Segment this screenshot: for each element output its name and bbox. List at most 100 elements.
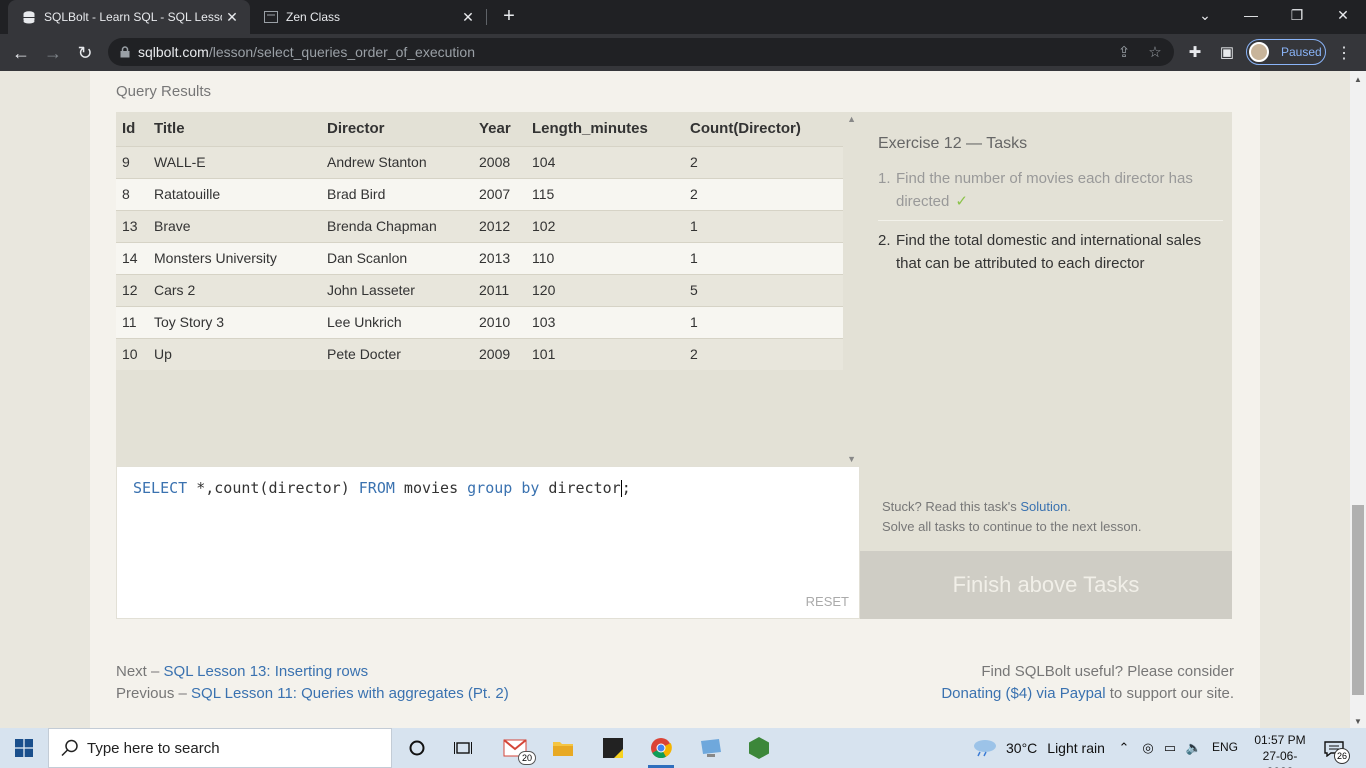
table-row: 12 Cars 2 John Lasseter 2011 120 5 bbox=[116, 273, 843, 306]
clock-time: 01:57 PM bbox=[1254, 733, 1306, 747]
table-cell: Pete Docter bbox=[321, 337, 473, 370]
meet-now-icon[interactable]: ◎ bbox=[1138, 738, 1158, 758]
language-indicator[interactable]: ENG bbox=[1212, 740, 1238, 754]
table-cell: 10 bbox=[116, 337, 148, 370]
nodejs-icon[interactable] bbox=[744, 733, 774, 763]
tab-search-chevron-icon[interactable]: ⌄ bbox=[1182, 0, 1228, 30]
more-menu-icon[interactable]: ⋮ bbox=[1334, 40, 1354, 66]
weather-temperature: 30°C bbox=[1006, 740, 1038, 756]
table-cell: 2012 bbox=[473, 209, 526, 242]
address-bar[interactable]: sqlbolt.com/lesson/select_queries_order_… bbox=[108, 38, 1174, 66]
table-cell: Brave bbox=[148, 209, 321, 242]
mail-badge: 20 bbox=[518, 751, 536, 765]
extensions-puzzle-icon[interactable]: ✚ bbox=[1185, 42, 1205, 62]
table-cell: 2011 bbox=[473, 273, 526, 306]
table-cell: Cars 2 bbox=[148, 273, 321, 306]
close-icon[interactable]: ✕ bbox=[458, 7, 478, 27]
tab-sqlbolt[interactable]: SQLBolt - Learn SQL - SQL Lesson 12: Ord… bbox=[8, 0, 250, 34]
window-close-icon[interactable]: ✕ bbox=[1320, 0, 1366, 30]
scroll-down-arrow-icon[interactable]: ▼ bbox=[847, 454, 856, 464]
search-icon bbox=[61, 739, 79, 757]
sql-text: *,count(director) bbox=[187, 479, 359, 497]
next-lesson-link[interactable]: SQL Lesson 13: Inserting rows bbox=[164, 663, 369, 680]
reset-button[interactable]: RESET bbox=[806, 594, 849, 609]
sticky-notes-icon[interactable] bbox=[598, 733, 628, 763]
query-results-label: Query Results bbox=[116, 83, 212, 100]
cortana-icon[interactable] bbox=[402, 733, 432, 763]
scroll-up-arrow-icon[interactable]: ▲ bbox=[847, 114, 856, 124]
reload-icon[interactable]: ↻ bbox=[72, 40, 98, 66]
search-placeholder: Type here to search bbox=[87, 739, 220, 757]
back-arrow-icon[interactable]: ← bbox=[8, 40, 34, 66]
solution-link[interactable]: Solution bbox=[1020, 499, 1067, 514]
table-cell: Brenda Chapman bbox=[321, 209, 473, 242]
notification-center-icon[interactable]: 26 bbox=[1322, 738, 1350, 764]
table-cell: 11 bbox=[116, 305, 148, 338]
table-cell: 2007 bbox=[473, 177, 526, 210]
rain-cloud-icon bbox=[972, 737, 998, 760]
side-panel-icon[interactable]: ▣ bbox=[1217, 42, 1237, 62]
forward-arrow-icon[interactable]: → bbox=[40, 40, 66, 66]
tab-zen-class[interactable]: Zen Class ✕ bbox=[250, 0, 486, 34]
previous-prefix: Previous – bbox=[116, 685, 192, 702]
query-results-panel[interactable]: Id Title Director Year Length_minutes Co… bbox=[116, 112, 860, 466]
sql-keyword: SELECT bbox=[133, 479, 188, 497]
finish-tasks-button[interactable]: Finish above Tasks bbox=[860, 551, 1232, 619]
weather-description: Light rain bbox=[1047, 740, 1105, 756]
share-icon[interactable]: ⇪ bbox=[1114, 42, 1134, 62]
profile-paused-button[interactable]: Paused bbox=[1246, 39, 1326, 65]
browser-tab-bar: SQLBolt - Learn SQL - SQL Lesson 12: Ord… bbox=[0, 0, 1366, 34]
column-header: Title bbox=[154, 120, 185, 138]
table-cell: Lee Unkrich bbox=[321, 305, 473, 338]
next-prefix: Next – bbox=[116, 663, 164, 680]
table-cell: John Lasseter bbox=[321, 273, 473, 306]
table-cell: 110 bbox=[526, 241, 684, 274]
windows-start-icon[interactable] bbox=[0, 728, 48, 768]
table-cell: 104 bbox=[526, 145, 684, 178]
page-scrollbar[interactable]: ▲ ▼ bbox=[1350, 71, 1366, 728]
chrome-icon[interactable] bbox=[646, 733, 676, 768]
table-cell: Andrew Stanton bbox=[321, 145, 473, 178]
gmail-app-icon[interactable]: 20 bbox=[500, 733, 536, 765]
task-number: 2. bbox=[878, 232, 891, 249]
chevron-up-icon[interactable]: ⌃ bbox=[1114, 738, 1134, 758]
file-explorer-icon[interactable] bbox=[548, 733, 578, 763]
tab-title: Zen Class bbox=[286, 10, 341, 24]
lock-icon[interactable] bbox=[120, 46, 130, 58]
sql-editor[interactable]: SELECT *,count(director) FROM movies gro… bbox=[116, 466, 860, 619]
stuck-hint: Stuck? Read this task's Solution. Solve … bbox=[882, 497, 1141, 537]
taskbar-search-input[interactable]: Type here to search bbox=[48, 728, 392, 768]
stuck-suffix: . bbox=[1067, 499, 1071, 514]
table-row: 8 Ratatouille Brad Bird 2007 115 2 bbox=[116, 177, 843, 210]
close-icon[interactable]: ✕ bbox=[222, 7, 242, 27]
table-cell: 115 bbox=[526, 177, 684, 210]
column-header: Director bbox=[327, 120, 385, 138]
table-cell: 2010 bbox=[473, 305, 526, 338]
exercise-title: Exercise 12 — Tasks bbox=[878, 135, 1028, 152]
previous-lesson-link[interactable]: SQL Lesson 11: Queries with aggregates (… bbox=[191, 685, 509, 702]
remote-desktop-icon[interactable] bbox=[696, 733, 726, 763]
restore-icon[interactable]: ❐ bbox=[1274, 0, 1320, 30]
donate-link[interactable]: Donating ($4) via Paypal bbox=[941, 685, 1105, 702]
task-list: 1. Find the number of movies each direct… bbox=[878, 167, 1223, 290]
minimize-icon[interactable]: — bbox=[1228, 0, 1274, 30]
table-cell: 9 bbox=[116, 145, 148, 178]
weather-widget[interactable]: 30°C Light rain bbox=[972, 728, 1105, 768]
battery-icon[interactable]: ▭ bbox=[1160, 738, 1180, 758]
volume-icon[interactable]: 🔈 bbox=[1184, 738, 1204, 758]
database-icon bbox=[22, 10, 36, 24]
sql-text: ; bbox=[621, 479, 631, 497]
task-view-icon[interactable] bbox=[448, 733, 478, 763]
scrollbar-thumb[interactable] bbox=[1352, 505, 1364, 695]
table-cell: 2 bbox=[684, 337, 843, 370]
new-tab-plus-icon[interactable]: + bbox=[498, 5, 520, 27]
scroll-down-arrow-icon[interactable]: ▼ bbox=[1354, 717, 1362, 726]
table-cell: Up bbox=[148, 337, 321, 370]
stuck-text: Stuck? Read this task's bbox=[882, 499, 1021, 514]
sql-query-text[interactable]: SELECT *,count(director) FROM movies gro… bbox=[133, 479, 631, 497]
task-label: Find the number of movies each director … bbox=[896, 170, 1193, 210]
taskbar-clock[interactable]: 01:57 PM 27-06-2022 bbox=[1250, 732, 1310, 768]
scroll-up-arrow-icon[interactable]: ▲ bbox=[1354, 75, 1362, 84]
table-cell: Brad Bird bbox=[321, 177, 473, 210]
bookmark-star-icon[interactable]: ☆ bbox=[1145, 42, 1165, 62]
